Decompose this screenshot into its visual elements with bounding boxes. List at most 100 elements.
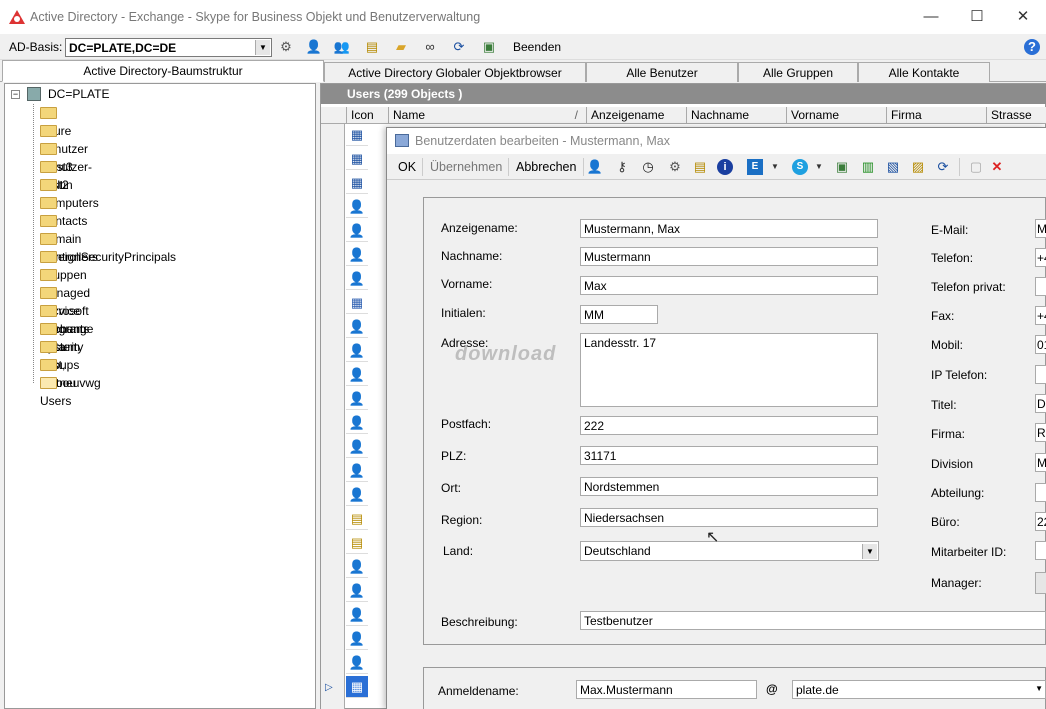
disabled-user-icon[interactable]: 👤 <box>346 364 368 386</box>
user-icon[interactable]: 👤 <box>346 316 368 338</box>
refresh-icon[interactable]: ⟳ <box>450 38 468 56</box>
display-name-field[interactable]: Mustermann, Max <box>580 219 878 238</box>
minimize-button[interactable]: — <box>908 4 954 30</box>
email-field[interactable]: M <box>1035 219 1046 238</box>
column-last-name[interactable]: Nachname <box>687 107 787 124</box>
copy-user-icon[interactable]: ▨ <box>909 158 927 176</box>
chevron-down-icon[interactable]: ▼ <box>862 544 877 559</box>
contact-card-icon[interactable]: ▤ <box>346 508 368 530</box>
ad-basis-select[interactable]: DC=PLATE,DC=DE ▼ <box>65 38 272 57</box>
chevron-down-icon[interactable]: ▼ <box>766 158 784 176</box>
network-icon[interactable]: ▥ <box>859 158 877 176</box>
column-street[interactable]: Strasse <box>987 107 1046 124</box>
user-icon[interactable]: 👤 <box>346 556 368 578</box>
user-properties-icon[interactable]: 👤 <box>586 158 604 176</box>
tree-item-computers[interactable]: Computers <box>40 176 99 210</box>
tree-item-benutzer-test2[interactable]: Benutzer-Test2 <box>40 140 92 192</box>
company-field[interactable]: R <box>1035 423 1046 442</box>
group-icon[interactable]: 👥 <box>333 38 351 56</box>
tree-item-contacts[interactable]: Contacts <box>40 194 87 228</box>
notes-icon[interactable]: ▤ <box>691 158 709 176</box>
search-user-icon[interactable]: ▧ <box>884 158 902 176</box>
selected-user-icon[interactable]: ▦ <box>346 676 368 698</box>
tab-global-browser[interactable]: Active Directory Globaler Objektbrowser <box>324 62 586 82</box>
chevron-down-icon[interactable]: ▼ <box>810 158 828 176</box>
tree-item-foreign-security-principals[interactable]: ForeignSecurityPrincipals <box>40 230 176 264</box>
title-field[interactable]: D <box>1035 394 1046 413</box>
first-name-field[interactable]: Max <box>580 276 878 295</box>
column-name[interactable]: Name / <box>389 107 587 124</box>
tree-root[interactable]: DC=PLATE <box>48 87 109 101</box>
contact-icon[interactable]: ▦ <box>346 124 368 146</box>
disabled-user-icon[interactable]: 👤 <box>346 196 368 218</box>
login-domain-select[interactable]: plate.de ▼ <box>792 680 1046 699</box>
contact-icon[interactable]: ▦ <box>346 148 368 170</box>
description-field[interactable]: Testbenutzer <box>580 611 1046 630</box>
export-icon[interactable]: ▣ <box>480 38 498 56</box>
employee-id-field[interactable] <box>1035 541 1046 560</box>
binoculars-icon[interactable]: ∞ <box>421 38 439 56</box>
user-icon[interactable]: 👤 <box>346 484 368 506</box>
contact-card-icon[interactable]: ▤ <box>346 532 368 554</box>
tree-item-managed-service-accounts[interactable]: Managed Service Accounts <box>40 266 90 336</box>
help-icon[interactable]: ? <box>1024 39 1040 55</box>
user-icon[interactable]: 👤 <box>346 412 368 434</box>
tree-item-gruppen[interactable]: Gruppen <box>40 248 87 282</box>
refresh-icon[interactable]: ⟳ <box>934 158 952 176</box>
photo-icon[interactable]: ▢ <box>967 158 985 176</box>
contact-card-icon[interactable]: ▤ <box>363 38 381 56</box>
close-button[interactable]: ✕ <box>1000 4 1046 30</box>
disabled-user-icon[interactable]: 👤 <box>346 340 368 362</box>
tree-connect-icon[interactable]: ⚙ <box>277 38 295 56</box>
user-icon[interactable]: 👤 <box>346 436 368 458</box>
tree-item-users[interactable]: Users <box>40 374 71 408</box>
tab-all-contacts[interactable]: Alle Kontakte <box>858 62 990 82</box>
address-field[interactable]: Landesstr. 17 <box>580 333 878 407</box>
user-icon[interactable]: 👤 <box>346 652 368 674</box>
country-select[interactable]: Deutschland ▼ <box>580 541 879 561</box>
tab-all-users[interactable]: Alle Benutzer <box>586 62 738 82</box>
tree-item-test-ottoou[interactable]: Test, Ottoou <box>40 338 76 390</box>
login-name-field[interactable]: Max.Mustermann <box>576 680 757 699</box>
mobile-field[interactable]: 01 <box>1035 335 1046 354</box>
exit-button[interactable]: Beenden <box>513 40 561 54</box>
last-name-field[interactable]: Mustermann <box>580 247 878 266</box>
skype-icon[interactable]: S <box>792 159 808 175</box>
tree-item-builtin[interactable]: Builtin <box>40 158 73 192</box>
po-box-field[interactable]: 222 <box>580 416 878 435</box>
city-field[interactable]: Nordstemmen <box>580 477 878 496</box>
user-icon[interactable]: 👤 <box>346 580 368 602</box>
zip-field[interactable]: 31171 <box>580 446 878 465</box>
user-icon[interactable]: 👤 <box>305 38 323 56</box>
tree-icon[interactable]: ⚙ <box>666 158 684 176</box>
exchange-icon[interactable]: E <box>747 159 763 175</box>
maximize-button[interactable]: ☐ <box>954 4 1000 30</box>
department-field[interactable] <box>1035 483 1046 502</box>
column-first-name[interactable]: Vorname <box>787 107 887 124</box>
ip-phone-field[interactable] <box>1035 365 1046 384</box>
user-icon[interactable]: 👤 <box>346 604 368 626</box>
manager-field[interactable] <box>1035 572 1046 594</box>
chevron-down-icon[interactable]: ▼ <box>1035 684 1043 693</box>
private-phone-field[interactable] <box>1035 277 1046 296</box>
tree-item-testneuvwg[interactable]: testneuvwg <box>40 356 101 390</box>
collapse-toggle[interactable]: − <box>11 90 20 99</box>
chevron-down-icon[interactable]: ▼ <box>255 40 270 55</box>
tab-all-groups[interactable]: Alle Gruppen <box>738 62 858 82</box>
column-company[interactable]: Firma <box>887 107 987 124</box>
disabled-user-icon[interactable]: 👤 <box>346 220 368 242</box>
apply-button[interactable]: Übernehmen <box>430 160 502 174</box>
user-icon[interactable]: 👤 <box>346 460 368 482</box>
user-icon[interactable]: 👤 <box>346 388 368 410</box>
delete-icon[interactable]: ✕ <box>988 158 1006 176</box>
region-field[interactable]: Niedersachsen <box>580 508 878 527</box>
tree-item-benutzer-test3[interactable]: Benutzer -Test3 <box>40 122 88 174</box>
ok-button[interactable]: OK <box>398 160 416 174</box>
key-icon[interactable]: ⚷ <box>613 158 631 176</box>
tree-item-system[interactable]: System <box>40 320 80 354</box>
info-icon[interactable]: i <box>717 159 733 175</box>
division-field[interactable]: M <box>1035 453 1046 472</box>
phone-field[interactable]: +4 <box>1035 248 1046 267</box>
user-icon[interactable]: 👤 <box>346 244 368 266</box>
contact-icon[interactable]: ▦ <box>346 172 368 194</box>
